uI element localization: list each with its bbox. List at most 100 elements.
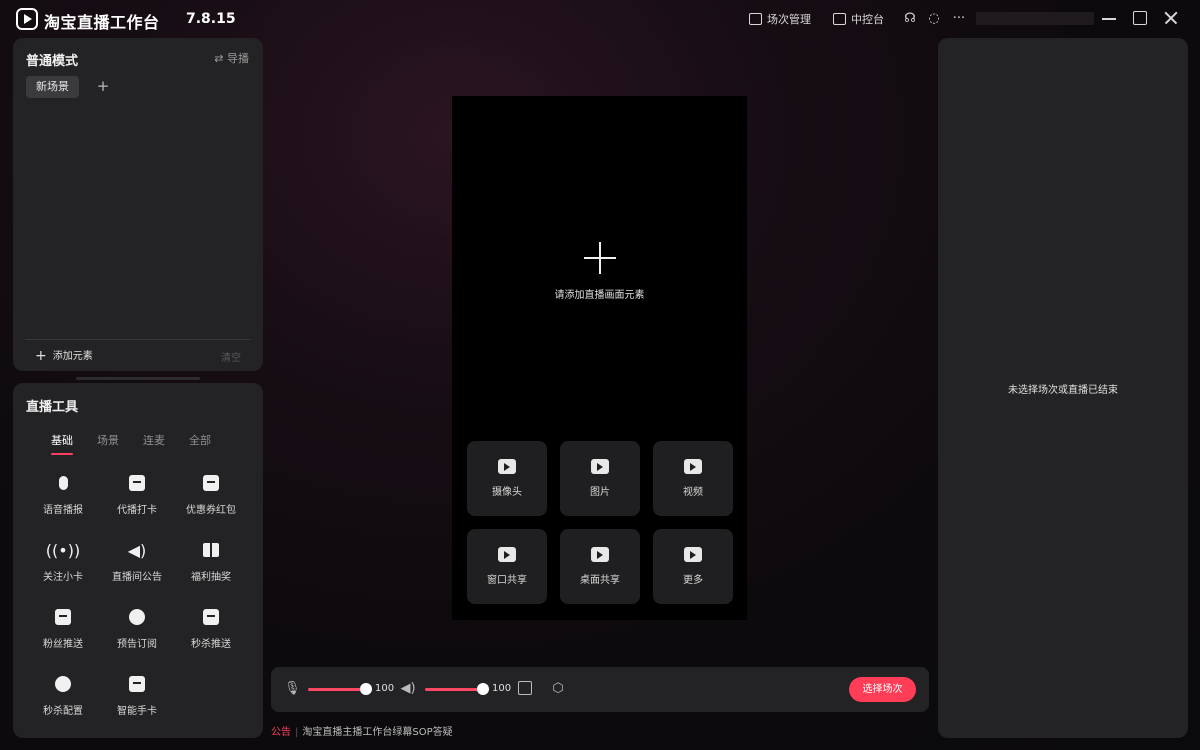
source-label: 图片: [590, 487, 610, 498]
tool-flash-sale-push[interactable]: 秒杀推送: [174, 607, 248, 650]
audio-control-bar: 🎙 100 ◀) 100 ⬡ 选择场次: [271, 667, 929, 712]
source-grid: 摄像头 图片 视频 窗口共享 桌面共享 更多: [467, 441, 733, 604]
source-label: 摄像头: [492, 487, 522, 498]
smart-card-icon: [127, 674, 147, 694]
tool-label: 优惠券红包: [186, 505, 236, 516]
tool-proxy-checkin[interactable]: 代播打卡: [100, 473, 174, 516]
source-more-button[interactable]: 更多: [653, 529, 733, 604]
announcement-link[interactable]: 淘宝直播主播工作台绿幕SOP答疑: [302, 727, 452, 738]
director-switch-button[interactable]: ⇄ 导播: [214, 50, 249, 66]
tool-label: 关注小卡: [43, 572, 83, 583]
source-image-button[interactable]: 图片: [560, 441, 640, 516]
app-version: 7.8.15: [186, 11, 236, 27]
tool-fan-push[interactable]: 粉丝推送: [26, 607, 100, 650]
play-logo-icon: [16, 8, 38, 30]
app-title: 淘宝直播工作台: [44, 13, 160, 32]
tool-lottery[interactable]: 福利抽奖: [174, 540, 248, 583]
source-desktop-share-button[interactable]: 桌面共享: [560, 529, 640, 604]
announcement-tag: 公告: [271, 727, 291, 738]
tool-label: 粉丝推送: [43, 639, 83, 650]
announcement: 公告 | 淘宝直播主播工作台绿幕SOP答疑: [271, 723, 453, 738]
flash-sale-icon: [201, 607, 221, 627]
tool-label: 预告订阅: [117, 639, 157, 650]
session-manage-button[interactable]: 场次管理: [749, 11, 811, 27]
preview-hint: 请添加直播画面元素: [554, 290, 645, 301]
source-camera-button[interactable]: 摄像头: [467, 441, 547, 516]
tab-basic[interactable]: 基础: [51, 432, 73, 455]
tab-co-host[interactable]: 连麦: [143, 432, 165, 448]
microphone-icon[interactable]: 🎙: [284, 681, 301, 697]
source-label: 更多: [683, 575, 703, 586]
source-label: 窗口共享: [487, 575, 527, 586]
tab-all[interactable]: 全部: [189, 432, 211, 448]
scene-tab-new[interactable]: 新场景: [26, 76, 79, 98]
subscribe-icon: [127, 607, 147, 627]
folder-icon: [684, 547, 702, 562]
mic-volume-value: 100: [375, 683, 395, 694]
slider-knob[interactable]: [360, 683, 372, 695]
tool-preview-subscribe[interactable]: 预告订阅: [100, 607, 174, 650]
clipboard-check-icon: [127, 473, 147, 493]
settings-icon[interactable]: ⬡: [550, 681, 566, 697]
tool-voice-broadcast[interactable]: 语音播报: [26, 473, 100, 516]
speaker-volume-value: 100: [492, 683, 512, 694]
maximize-button[interactable]: [1131, 9, 1149, 27]
add-plus-icon[interactable]: [584, 242, 616, 274]
control-center-button[interactable]: 中控台: [833, 11, 884, 27]
more-icon[interactable]: ···: [951, 10, 967, 26]
control-center-label: 中控台: [851, 13, 884, 26]
minimize-button[interactable]: [1100, 9, 1118, 27]
tool-room-notice[interactable]: ◀) 直播间公告: [100, 540, 174, 584]
speaker-icon[interactable]: ◀): [400, 681, 416, 697]
announcement-separator: |: [295, 727, 299, 738]
select-session-button[interactable]: 选择场次: [849, 677, 916, 702]
plus-icon: +: [35, 348, 47, 364]
mode-title: 普通模式: [26, 54, 79, 69]
source-label: 桌面共享: [580, 575, 620, 586]
tool-label: 智能手卡: [117, 706, 157, 717]
add-scene-button[interactable]: +: [95, 78, 111, 94]
tool-coupon-packet[interactable]: 优惠券红包: [174, 473, 248, 516]
session-manage-label: 场次管理: [767, 13, 811, 26]
clear-button[interactable]: 清空: [221, 349, 241, 364]
tool-label: 秒杀推送: [191, 639, 231, 650]
flash-config-icon: [53, 674, 73, 694]
microphone-icon: [53, 473, 73, 493]
tools-tabs: 基础 场景 连麦 全部: [51, 432, 211, 455]
tool-flash-sale-config[interactable]: 秒杀配置: [26, 674, 100, 717]
tool-follow-card[interactable]: ((•)) 关注小卡: [26, 540, 100, 584]
mic-volume-slider[interactable]: [308, 683, 372, 695]
equalizer-icon[interactable]: [518, 681, 532, 695]
push-icon: [53, 607, 73, 627]
scene-panel: 普通模式 ⇄ 导播 新场景 + + 添加元素 清空: [13, 38, 263, 371]
session-icon: [749, 13, 762, 25]
close-button[interactable]: [1162, 9, 1180, 27]
video-icon: [684, 459, 702, 474]
title-bar: 淘宝直播工作台 7.8.15 场次管理 中控台 ☊ ◌ ···: [0, 0, 1200, 38]
tools-title: 直播工具: [26, 400, 79, 415]
source-window-share-button[interactable]: 窗口共享: [467, 529, 547, 604]
source-video-button[interactable]: 视频: [653, 441, 733, 516]
speaker-volume-slider[interactable]: [425, 683, 489, 695]
add-element-button[interactable]: + 添加元素: [35, 347, 93, 364]
broadcast-icon: ((•)): [45, 540, 81, 560]
account-name[interactable]: [976, 12, 1094, 25]
tools-grid: 语音播报 代播打卡 优惠券红包 ((•)) 关注小卡 ◀) 直播间公告 福利抽奖…: [26, 473, 250, 717]
panel-resize-handle[interactable]: [76, 377, 200, 380]
window-share-icon: [498, 547, 516, 562]
headset-icon[interactable]: ☊: [902, 10, 918, 26]
empty-session-message: 未选择场次或直播已结束: [1008, 385, 1118, 396]
desktop-share-icon: [591, 547, 609, 562]
camera-icon: [498, 459, 516, 474]
tool-label: 福利抽奖: [191, 572, 231, 583]
tab-scene[interactable]: 场景: [97, 432, 119, 448]
speaker-icon: ◀): [127, 540, 147, 560]
tool-label: 语音播报: [43, 505, 83, 516]
add-element-label: 添加元素: [52, 351, 93, 362]
slider-knob[interactable]: [477, 683, 489, 695]
live-preview-canvas[interactable]: 请添加直播画面元素 摄像头 图片 视频 窗口共享 桌面共享 更多: [452, 96, 747, 620]
chat-icon[interactable]: ◌: [926, 10, 942, 26]
monitor-icon: [833, 13, 846, 25]
session-panel: 未选择场次或直播已结束: [938, 38, 1188, 738]
tool-smart-card[interactable]: 智能手卡: [100, 674, 174, 717]
